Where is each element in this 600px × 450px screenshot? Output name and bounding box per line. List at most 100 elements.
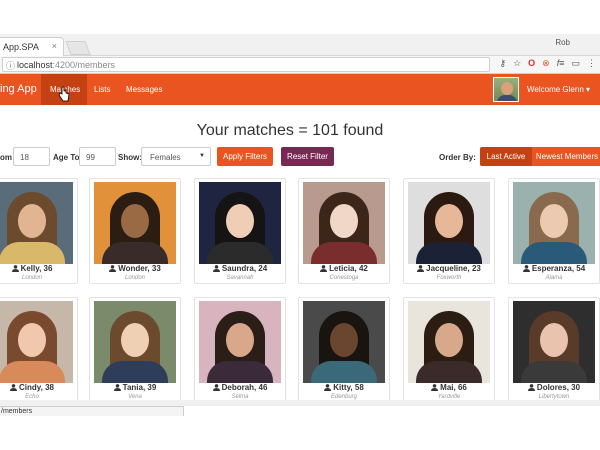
- member-photo[interactable]: [513, 301, 595, 383]
- new-tab-button[interactable]: [65, 41, 91, 55]
- url-input[interactable]: ⓘ localhost:4200/members: [2, 57, 490, 72]
- member-name: Saundra, 24: [195, 264, 285, 273]
- member-name: Kelly, 36: [0, 264, 77, 273]
- member-name: Esperanza, 54: [509, 264, 599, 273]
- f-icon[interactable]: f≡: [557, 58, 565, 69]
- member-city: Savannah: [226, 275, 254, 281]
- order-last-active-button[interactable]: Last Active: [480, 147, 532, 166]
- member-photo[interactable]: [408, 182, 490, 264]
- cast-icon[interactable]: ▭: [571, 58, 580, 69]
- member-name: Mai, 66: [404, 383, 494, 392]
- member-photo[interactable]: [199, 182, 281, 264]
- member-photo[interactable]: [94, 301, 176, 383]
- member-card[interactable]: Deborah, 46 Selma: [194, 297, 286, 403]
- member-photo[interactable]: [408, 301, 490, 383]
- user-icon: [11, 265, 19, 272]
- star-icon[interactable]: ☆: [513, 58, 521, 69]
- page-title: Your matches = 101 found: [196, 122, 384, 139]
- member-card[interactable]: Dolores, 30 Libertytown: [508, 297, 600, 403]
- tab-close-icon[interactable]: ×: [52, 41, 57, 51]
- user-icon: [324, 384, 332, 391]
- member-city: Conestoga: [329, 275, 359, 281]
- member-card[interactable]: Tania, 39 Vena: [89, 297, 181, 403]
- member-name: Tania, 39: [90, 383, 180, 392]
- member-card[interactable]: Leticia, 42 Conestoga: [298, 178, 390, 284]
- reset-filter-button[interactable]: Reset Filter: [281, 147, 334, 166]
- age-from-label: om: [0, 153, 12, 162]
- member-name: Cindy, 38: [0, 383, 77, 392]
- member-photo[interactable]: [303, 301, 385, 383]
- member-card[interactable]: Kelly, 36 London: [0, 178, 78, 284]
- user-icon: [109, 265, 117, 272]
- member-name: Wonder, 33: [90, 264, 180, 273]
- nav-messages[interactable]: Messages: [126, 74, 162, 105]
- user-icon: [212, 265, 220, 272]
- member-photo[interactable]: [0, 301, 73, 383]
- member-city: Foxworth: [436, 275, 462, 281]
- member-photo[interactable]: [303, 182, 385, 264]
- member-photo[interactable]: [199, 301, 281, 383]
- member-photo[interactable]: [94, 182, 176, 264]
- info-icon[interactable]: ⓘ: [6, 59, 15, 72]
- nav-lists[interactable]: Lists: [94, 74, 110, 105]
- age-from-input[interactable]: 18: [13, 147, 50, 166]
- order-by-label: Order By:: [439, 153, 476, 162]
- user-icon: [10, 384, 17, 391]
- browser-window: App.SPA × Rob ⓘ localhost:4200/members ⚷…: [0, 0, 600, 450]
- extension-icons: ⚷ ☆ O ⊗ f≡ ▭ ⋮: [499, 58, 596, 69]
- menu-icon[interactable]: ⋮: [587, 58, 596, 69]
- member-photo[interactable]: [513, 182, 595, 264]
- url-path: :4200/members: [52, 60, 116, 70]
- member-name-text: Kitty, 58: [333, 383, 364, 392]
- user-icon: [320, 265, 328, 272]
- member-name: Dolores, 30: [509, 383, 599, 392]
- member-name-text: Deborah, 46: [221, 383, 268, 392]
- user-icon: [212, 384, 220, 391]
- member-name-text: Jacqueline, 23: [426, 264, 481, 273]
- adblock-icon[interactable]: ⊗: [542, 58, 550, 69]
- member-name-text: Kelly, 36: [20, 264, 53, 273]
- member-name-text: Saundra, 24: [221, 264, 268, 273]
- member-card[interactable]: Wonder, 33 London: [89, 178, 181, 284]
- member-name: Deborah, 46: [195, 383, 285, 392]
- user-avatar[interactable]: [493, 77, 519, 102]
- user-icon: [527, 384, 535, 391]
- member-card[interactable]: Kitty, 58 Edenburg: [298, 297, 390, 403]
- member-name-text: Esperanza, 54: [531, 264, 586, 273]
- apply-filters-button[interactable]: Apply Filters: [217, 147, 273, 166]
- opera-icon[interactable]: O: [528, 58, 535, 69]
- age-to-label: Age To: [53, 153, 80, 162]
- url-host: localhost: [17, 60, 53, 70]
- member-city: London: [124, 275, 146, 281]
- tab-title: App.SPA: [3, 42, 39, 52]
- address-bar-row: ⓘ localhost:4200/members ⚷ ☆ O ⊗ f≡ ▭ ⋮: [0, 56, 600, 74]
- key-icon[interactable]: ⚷: [499, 58, 506, 69]
- member-card[interactable]: Jacqueline, 23 Foxworth: [403, 178, 495, 284]
- user-icon: [113, 384, 121, 391]
- hand-cursor-icon: [58, 86, 70, 102]
- page-bottom: [0, 416, 600, 450]
- age-to-input[interactable]: 99: [79, 147, 116, 166]
- member-city: London: [21, 275, 43, 281]
- member-name: Kitty, 58: [299, 383, 389, 392]
- member-card[interactable]: Cindy, 38 Echo: [0, 297, 78, 403]
- show-label: Show:: [118, 153, 142, 162]
- gender-select[interactable]: Females ▼: [141, 147, 211, 166]
- browser-tab[interactable]: App.SPA ×: [0, 37, 64, 56]
- welcome-dropdown[interactable]: Welcome Glenn ▾: [527, 85, 590, 94]
- member-card[interactable]: Esperanza, 54 Alama: [508, 178, 600, 284]
- order-newest-members-button[interactable]: Newest Members: [532, 147, 600, 166]
- member-name-text: Dolores, 30: [536, 383, 581, 392]
- gender-select-value: Females: [150, 153, 181, 162]
- member-card[interactable]: Saundra, 24 Savannah: [194, 178, 286, 284]
- member-card[interactable]: Mai, 66 Yardville: [403, 297, 495, 403]
- window-controls[interactable]: Rob: [555, 38, 570, 47]
- member-photo[interactable]: [0, 182, 73, 264]
- member-name-text: Wonder, 33: [118, 264, 161, 273]
- member-name: Leticia, 42: [299, 264, 389, 273]
- member-name-text: Cindy, 38: [19, 383, 54, 392]
- brand-link[interactable]: ing App: [0, 83, 37, 95]
- tab-strip: App.SPA × Rob: [0, 34, 600, 56]
- member-name: Jacqueline, 23: [404, 264, 494, 273]
- member-name-text: Leticia, 42: [329, 264, 368, 273]
